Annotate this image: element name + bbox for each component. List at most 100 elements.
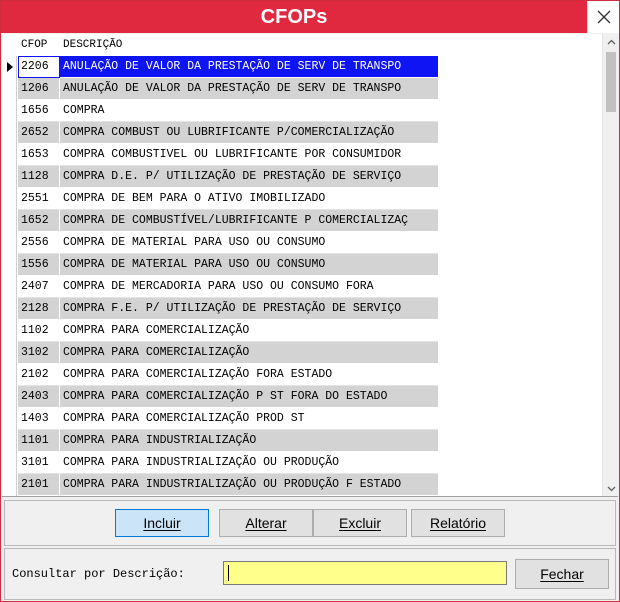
grid-body: CFOP DESCRIÇÃO 2206 ANULAÇÃO DE VALOR DA …: [2, 34, 602, 496]
fechar-button[interactable]: Fechar: [515, 559, 609, 589]
cell-cfop[interactable]: 1101: [18, 430, 60, 452]
cell-cfop[interactable]: 1656: [18, 100, 60, 122]
table-row[interactable]: 2407 COMPRA DE MERCADORIA PARA USO OU CON…: [2, 276, 602, 298]
search-panel: Consultar por Descrição: Fechar: [4, 548, 616, 600]
row-indicator-cell[interactable]: [2, 56, 17, 78]
action-button-panel: Incluir Alterar Excluir Relatório: [4, 500, 616, 546]
row-indicator-cell[interactable]: [2, 298, 17, 320]
cell-descricao[interactable]: COMPRA: [60, 100, 438, 122]
incluir-button[interactable]: Incluir: [115, 509, 209, 537]
table-row[interactable]: 1556 COMPRA DE MATERIAL PARA USO OU CONSU…: [2, 254, 602, 276]
row-indicator-cell[interactable]: [2, 386, 17, 408]
vertical-scrollbar[interactable]: [602, 34, 618, 496]
cell-descricao[interactable]: COMPRA PARA INDUSTRIALIZAÇÃO: [60, 430, 438, 452]
row-indicator-cell[interactable]: [2, 430, 17, 452]
cell-descricao[interactable]: COMPRA F.E. P/ UTILIZAÇÃO DE PRESTAÇÃO D…: [60, 298, 438, 320]
row-indicator-cell[interactable]: [2, 166, 17, 188]
cell-cfop[interactable]: 2556: [18, 232, 60, 254]
table-row[interactable]: 2551 COMPRA DE BEM PARA O ATIVO IMOBILIZA…: [2, 188, 602, 210]
cell-cfop[interactable]: 1652: [18, 210, 60, 232]
cell-descricao[interactable]: COMPRA DE COMBUSTÍVEL/LUBRIFICANTE P COM…: [60, 210, 438, 232]
table-row[interactable]: 1101 COMPRA PARA INDUSTRIALIZAÇÃO: [2, 430, 602, 452]
cell-descricao[interactable]: COMPRA PARA COMERCIALIZAÇÃO: [60, 320, 438, 342]
table-row[interactable]: 2102 COMPRA PARA COMERCIALIZAÇÃO FORA EST…: [2, 364, 602, 386]
cell-cfop[interactable]: 1128: [18, 166, 60, 188]
table-row[interactable]: 2403 COMPRA PARA COMERCIALIZAÇÃO P ST FOR…: [2, 386, 602, 408]
cell-cfop[interactable]: 3101: [18, 452, 60, 474]
cell-cfop[interactable]: 2128: [18, 298, 60, 320]
table-row[interactable]: 1652 COMPRA DE COMBUSTÍVEL/LUBRIFICANTE P…: [2, 210, 602, 232]
table-row[interactable]: 3101 COMPRA PARA INDUSTRIALIZAÇÃO OU PROD…: [2, 452, 602, 474]
cell-cfop[interactable]: 2206: [18, 56, 60, 78]
alterar-button-label: Alterar: [245, 515, 287, 531]
cell-descricao[interactable]: COMPRA PARA COMERCIALIZAÇÃO PROD ST: [60, 408, 438, 430]
row-indicator-cell[interactable]: [2, 100, 17, 122]
row-indicator-cell[interactable]: [2, 232, 17, 254]
scroll-up-button[interactable]: [603, 34, 618, 50]
table-row[interactable]: 1653 COMPRA COMBUSTIVEL OU LUBRIFICANTE P…: [2, 144, 602, 166]
row-indicator-cell[interactable]: [2, 188, 17, 210]
table-row[interactable]: 2128 COMPRA F.E. P/ UTILIZAÇÃO DE PRESTAÇ…: [2, 298, 602, 320]
cell-descricao[interactable]: COMPRA DE MERCADORIA PARA USO OU CONSUMO…: [60, 276, 438, 298]
row-indicator-cell[interactable]: [2, 122, 17, 144]
row-indicator-cell[interactable]: [2, 276, 17, 298]
cell-cfop[interactable]: 2102: [18, 364, 60, 386]
cell-descricao[interactable]: ANULAÇÃO DE VALOR DA PRESTAÇÃO DE SERV D…: [60, 56, 438, 78]
cell-descricao[interactable]: COMPRA COMBUST OU LUBRIFICANTE P/COMERCI…: [60, 122, 438, 144]
cell-cfop[interactable]: 1102: [18, 320, 60, 342]
row-indicator-cell[interactable]: [2, 408, 17, 430]
cfop-grid[interactable]: CFOP DESCRIÇÃO 2206 ANULAÇÃO DE VALOR DA …: [2, 34, 618, 497]
cell-descricao[interactable]: COMPRA PARA COMERCIALIZAÇÃO FORA ESTADO: [60, 364, 438, 386]
cell-descricao[interactable]: ANULAÇÃO DE VALOR DA PRESTAÇÃO DE SERV D…: [60, 78, 438, 100]
column-header-descricao[interactable]: DESCRIÇÃO: [60, 34, 438, 56]
table-row[interactable]: 1656 COMPRA: [2, 100, 602, 122]
table-row[interactable]: 1128 COMPRA D.E. P/ UTILIZAÇÃO DE PRESTAÇ…: [2, 166, 602, 188]
table-row[interactable]: 2652 COMPRA COMBUST OU LUBRIFICANTE P/COM…: [2, 122, 602, 144]
row-indicator-cell[interactable]: [2, 474, 17, 496]
cell-descricao[interactable]: COMPRA PARA COMERCIALIZAÇÃO P ST FORA DO…: [60, 386, 438, 408]
search-input[interactable]: [223, 561, 507, 585]
column-header-cfop[interactable]: CFOP: [18, 34, 60, 56]
cell-cfop[interactable]: 2407: [18, 276, 60, 298]
cell-descricao[interactable]: COMPRA DE MATERIAL PARA USO OU CONSUMO: [60, 232, 438, 254]
cell-descricao[interactable]: COMPRA PARA COMERCIALIZAÇÃO: [60, 342, 438, 364]
table-row[interactable]: 2101 COMPRA PARA INDUSTRIALIZAÇÃO OU PROD…: [2, 474, 602, 496]
row-indicator-cell[interactable]: [2, 78, 17, 100]
row-indicator-cell[interactable]: [2, 254, 17, 276]
cfops-window: CFOPs CFOP DESCRIÇÃO 2206 ANULAÇÃO DE VAL…: [0, 0, 620, 602]
cell-cfop[interactable]: 1556: [18, 254, 60, 276]
cell-descricao[interactable]: COMPRA DE MATERIAL PARA USO OU CONSUMO: [60, 254, 438, 276]
cell-cfop[interactable]: 2403: [18, 386, 60, 408]
cell-cfop[interactable]: 3102: [18, 342, 60, 364]
cell-cfop[interactable]: 2101: [18, 474, 60, 496]
excluir-button[interactable]: Excluir: [313, 509, 407, 537]
scroll-down-button[interactable]: [603, 481, 618, 496]
cell-cfop[interactable]: 2652: [18, 122, 60, 144]
cell-descricao[interactable]: COMPRA DE BEM PARA O ATIVO IMOBILIZADO: [60, 188, 438, 210]
relatorio-button[interactable]: Relatório: [411, 509, 505, 537]
cell-descricao[interactable]: COMPRA PARA INDUSTRIALIZAÇÃO OU PRODUÇÃO…: [60, 474, 438, 496]
table-row[interactable]: 1102 COMPRA PARA COMERCIALIZAÇÃO: [2, 320, 602, 342]
cell-descricao[interactable]: COMPRA D.E. P/ UTILIZAÇÃO DE PRESTAÇÃO D…: [60, 166, 438, 188]
row-indicator-cell[interactable]: [2, 452, 17, 474]
cell-cfop[interactable]: 1206: [18, 78, 60, 100]
cell-cfop[interactable]: 1403: [18, 408, 60, 430]
row-indicator-cell[interactable]: [2, 210, 17, 232]
row-indicator-cell[interactable]: [2, 364, 17, 386]
alterar-button[interactable]: Alterar: [219, 509, 313, 537]
table-row[interactable]: 3102 COMPRA PARA COMERCIALIZAÇÃO: [2, 342, 602, 364]
row-indicator-cell[interactable]: [2, 342, 17, 364]
table-row[interactable]: 2206 ANULAÇÃO DE VALOR DA PRESTAÇÃO DE SE…: [2, 56, 602, 78]
cell-cfop[interactable]: 1653: [18, 144, 60, 166]
close-button[interactable]: [587, 1, 619, 33]
scroll-thumb[interactable]: [606, 52, 616, 112]
table-row[interactable]: 1403 COMPRA PARA COMERCIALIZAÇÃO PROD ST: [2, 408, 602, 430]
cell-cfop[interactable]: 2551: [18, 188, 60, 210]
row-indicator-cell[interactable]: [2, 144, 17, 166]
cell-descricao[interactable]: COMPRA PARA INDUSTRIALIZAÇÃO OU PRODUÇÃO: [60, 452, 438, 474]
header-indicator-cell: [2, 34, 17, 56]
table-row[interactable]: 2556 COMPRA DE MATERIAL PARA USO OU CONSU…: [2, 232, 602, 254]
table-row[interactable]: 1206 ANULAÇÃO DE VALOR DA PRESTAÇÃO DE SE…: [2, 78, 602, 100]
cell-descricao[interactable]: COMPRA COMBUSTIVEL OU LUBRIFICANTE POR C…: [60, 144, 438, 166]
row-indicator-cell[interactable]: [2, 320, 17, 342]
